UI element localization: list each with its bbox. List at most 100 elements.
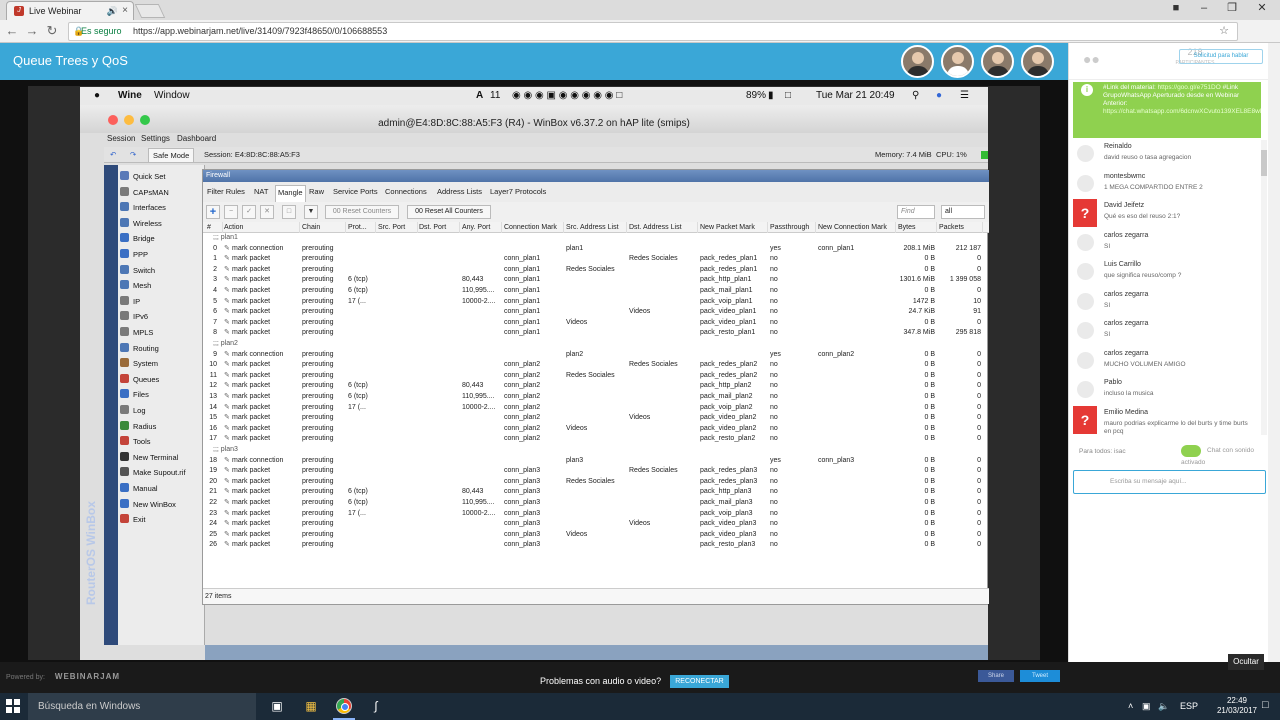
comment-icon[interactable]: □ (282, 205, 296, 219)
table-row[interactable]: 3 mark packet ✎ prerouting 6 (tcp) 80,443 conn… (203, 275, 989, 286)
table-row[interactable]: 6 mark packet ✎ prerouting conn_plan1 Videos p… (203, 307, 989, 318)
remove-icon[interactable]: − (224, 205, 238, 219)
sidebar-item-tools[interactable]: Tools (120, 434, 151, 450)
sidebar-item-capsman[interactable]: CAPsMAN (120, 185, 169, 201)
column-header[interactable]: Chain (302, 222, 346, 233)
back-icon[interactable]: ← (4, 23, 20, 39)
sidebar-item-quick-set[interactable]: Quick Set (120, 169, 166, 185)
app-icon[interactable]: ∫ (366, 697, 386, 716)
request-speak-button[interactable]: Solicitud para hablar (1179, 49, 1263, 64)
sidebar-item-radius[interactable]: Radius (120, 419, 156, 435)
speaker-icon[interactable]: 🔊 (107, 2, 118, 20)
table-row[interactable]: 12 mark packet ✎ prerouting 6 (tcp) 80,443 con… (203, 381, 989, 392)
close-light-icon[interactable] (108, 115, 118, 125)
profile-icon[interactable]: ■ (1162, 0, 1190, 18)
column-header[interactable]: New Connection Mark (818, 222, 896, 233)
tab-nat[interactable]: NAT (254, 182, 268, 202)
column-header[interactable]: Action (224, 222, 300, 233)
table-row[interactable]: 24 mark packet ✎ prerouting conn_plan3 Videos… (203, 519, 989, 530)
url-text[interactable]: https://app.webinarjam.net/live/31409/79… (133, 23, 387, 40)
table-row[interactable]: 9 mark connection ✎ prerouting plan2 yes conn_… (203, 350, 989, 361)
sidebar-item-ip[interactable]: IP (120, 294, 140, 310)
taskbar-search[interactable]: Búsqueda en Windows (28, 693, 256, 720)
sidebar-item-files[interactable]: Files (120, 387, 149, 403)
browser-tab[interactable]: J Live Webinar 🔊 × (6, 1, 134, 20)
material-link[interactable]: https://goo.gl/e751DO (1158, 84, 1221, 91)
sidebar-item-ppp[interactable]: PPP (120, 247, 148, 263)
tab-address-lists[interactable]: Address Lists (437, 182, 482, 202)
sidebar-item-new-terminal[interactable]: New Terminal (120, 450, 178, 466)
siri-icon[interactable]: ● (936, 87, 942, 105)
table-row[interactable]: 16 mark packet ✎ prerouting conn_plan2 Videos… (203, 424, 989, 435)
mac-menu-window[interactable]: Window (154, 87, 190, 105)
table-row[interactable]: 15 mark packet ✎ prerouting conn_plan2 Videos… (203, 413, 989, 424)
table-row[interactable]: 4 mark packet ✎ prerouting 6 (tcp) 110,995...… (203, 286, 989, 297)
tweet-button[interactable]: Tweet (1020, 670, 1060, 682)
volume-icon[interactable]: 🔈 (1158, 693, 1169, 720)
file-explorer-icon[interactable]: ▦ (301, 697, 321, 716)
minimize-button[interactable]: – (1190, 0, 1218, 18)
filter-icon[interactable]: ▼ (304, 205, 318, 219)
table-row[interactable]: 19 mark packet ✎ prerouting conn_plan3 Redes … (203, 466, 989, 477)
language-label[interactable]: ESP (1180, 693, 1198, 720)
chat-scrollbar[interactable] (1261, 140, 1267, 435)
column-header[interactable]: Src. Address List (566, 222, 627, 233)
zoom-light-icon[interactable] (140, 115, 150, 125)
table-row[interactable]: 22 mark packet ✎ prerouting 6 (tcp) 110,995..… (203, 498, 989, 509)
reset-counters-button[interactable]: 00 Reset Counters (325, 205, 399, 219)
tab-mangle[interactable]: Mangle (275, 185, 306, 202)
notification-center-icon[interactable]: ☰ (960, 87, 969, 105)
sidebar-item-log[interactable]: Log (120, 403, 146, 419)
table-row[interactable]: 17 mark packet ✎ prerouting conn_plan2 pack_r… (203, 434, 989, 445)
menubar-app-icon[interactable]: A (476, 87, 483, 105)
menu-settings[interactable]: Settings (141, 134, 170, 143)
table-row[interactable]: 13 mark packet ✎ prerouting 6 (tcp) 110,995..… (203, 392, 989, 403)
task-view-icon[interactable]: ▣ (267, 697, 287, 716)
sidebar-item-manual[interactable]: Manual (120, 481, 158, 497)
windows-start-icon[interactable] (6, 699, 20, 713)
reload-icon[interactable]: ↻ (44, 23, 60, 39)
column-header[interactable]: Bytes (898, 222, 937, 233)
table-row[interactable]: 1 mark packet ✎ prerouting conn_plan1 Redes S… (203, 254, 989, 265)
sound-toggle-icon[interactable] (1181, 445, 1201, 457)
apple-icon[interactable]: ● (94, 87, 100, 105)
table-row[interactable]: 23 mark packet ✎ prerouting 17 (... 10000-2..… (203, 509, 989, 520)
sound-toggle[interactable]: Chat con sonido activado (1181, 445, 1271, 469)
chrome-icon[interactable] (336, 698, 352, 714)
sidebar-item-ipv6[interactable]: IPv6 (120, 309, 148, 325)
chat-input[interactable]: Escriba su mensaje aquí... (1073, 470, 1266, 494)
safe-mode-button[interactable]: Safe Mode (148, 148, 195, 163)
spotlight-search-icon[interactable]: ⚲ (912, 87, 919, 105)
taskbar-clock[interactable]: 22:49 21/03/2017 (1212, 696, 1262, 716)
bookmark-star-icon[interactable]: ☆ (1219, 23, 1229, 40)
column-header[interactable]: Prot... (348, 222, 376, 233)
table-row[interactable]: 8 mark packet ✎ prerouting conn_plan1 pack_re… (203, 328, 989, 339)
facebook-share-button[interactable]: Share (978, 670, 1014, 682)
column-header[interactable]: Any. Port (462, 222, 502, 233)
table-row[interactable]: 5 mark packet ✎ prerouting 17 (... 10000-2...… (203, 297, 989, 308)
redo-icon[interactable]: ↷ (130, 147, 136, 163)
new-tab-button[interactable] (134, 4, 166, 18)
sidebar-item-mpls[interactable]: MPLS (120, 325, 153, 341)
sidebar-item-queues[interactable]: Queues (120, 372, 159, 388)
sidebar-item-bridge[interactable]: Bridge (120, 231, 155, 247)
menu-session[interactable]: Session (107, 134, 135, 143)
sidebar-item-system[interactable]: System (120, 356, 158, 372)
tab-layer7-protocols[interactable]: Layer7 Protocols (490, 182, 546, 202)
sidebar-item-new-winbox[interactable]: New WinBox (120, 497, 176, 513)
table-row[interactable]: 10 mark packet ✎ prerouting conn_plan2 Redes … (203, 360, 989, 371)
sidebar-item-routing[interactable]: Routing (120, 341, 159, 357)
tab-filter-rules[interactable]: Filter Rules (207, 182, 245, 202)
table-row[interactable]: 21 mark packet ✎ prerouting 6 (tcp) 80,443 con… (203, 487, 989, 498)
column-header[interactable]: # (207, 222, 223, 233)
tab-connections[interactable]: Connections (385, 182, 427, 202)
table-row[interactable]: 25 mark packet ✎ prerouting conn_plan3 Videos… (203, 530, 989, 541)
table-row[interactable]: 18 mark connection ✎ prerouting plan3 yes conn… (203, 456, 989, 467)
tray-arrow-icon[interactable]: ˄ (1128, 693, 1133, 720)
reset-all-counters-button[interactable]: 00 Reset All Counters (407, 205, 491, 219)
column-header[interactable]: Src. Port (378, 222, 418, 233)
url-bar[interactable]: 🔒 Es seguro https://app.webinarjam.net/l… (68, 22, 1238, 41)
sidebar-item-mesh[interactable]: Mesh (120, 278, 151, 294)
disable-icon[interactable]: ✕ (260, 205, 274, 219)
tab-raw[interactable]: Raw (309, 182, 324, 202)
